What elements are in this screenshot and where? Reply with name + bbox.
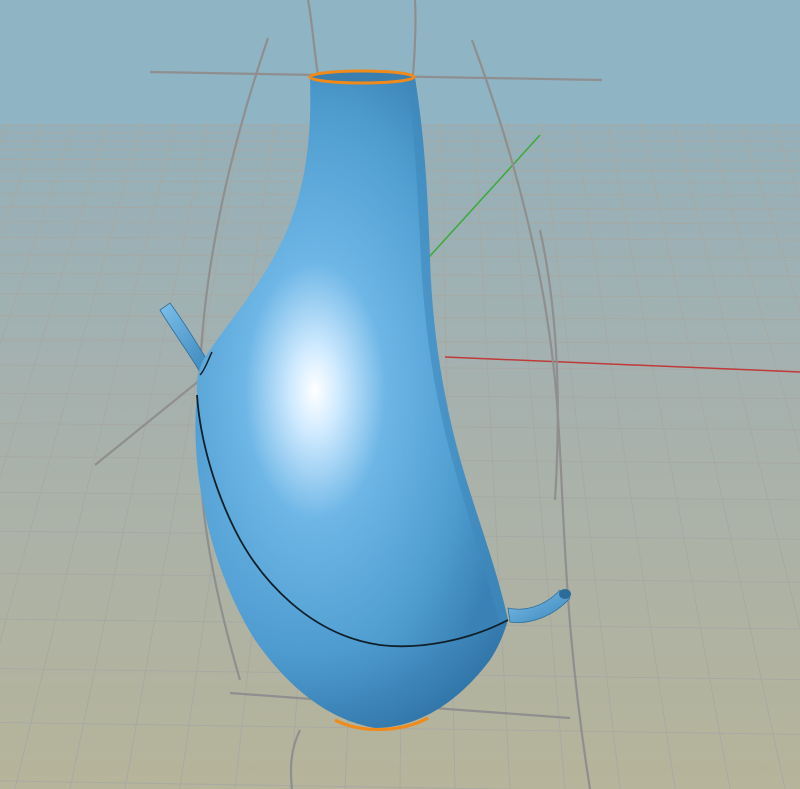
viewport-canvas[interactable] xyxy=(0,0,800,789)
vase-top-opening[interactable] xyxy=(308,69,416,85)
3d-viewport[interactable] xyxy=(0,0,800,789)
right-spout-opening xyxy=(559,589,571,599)
